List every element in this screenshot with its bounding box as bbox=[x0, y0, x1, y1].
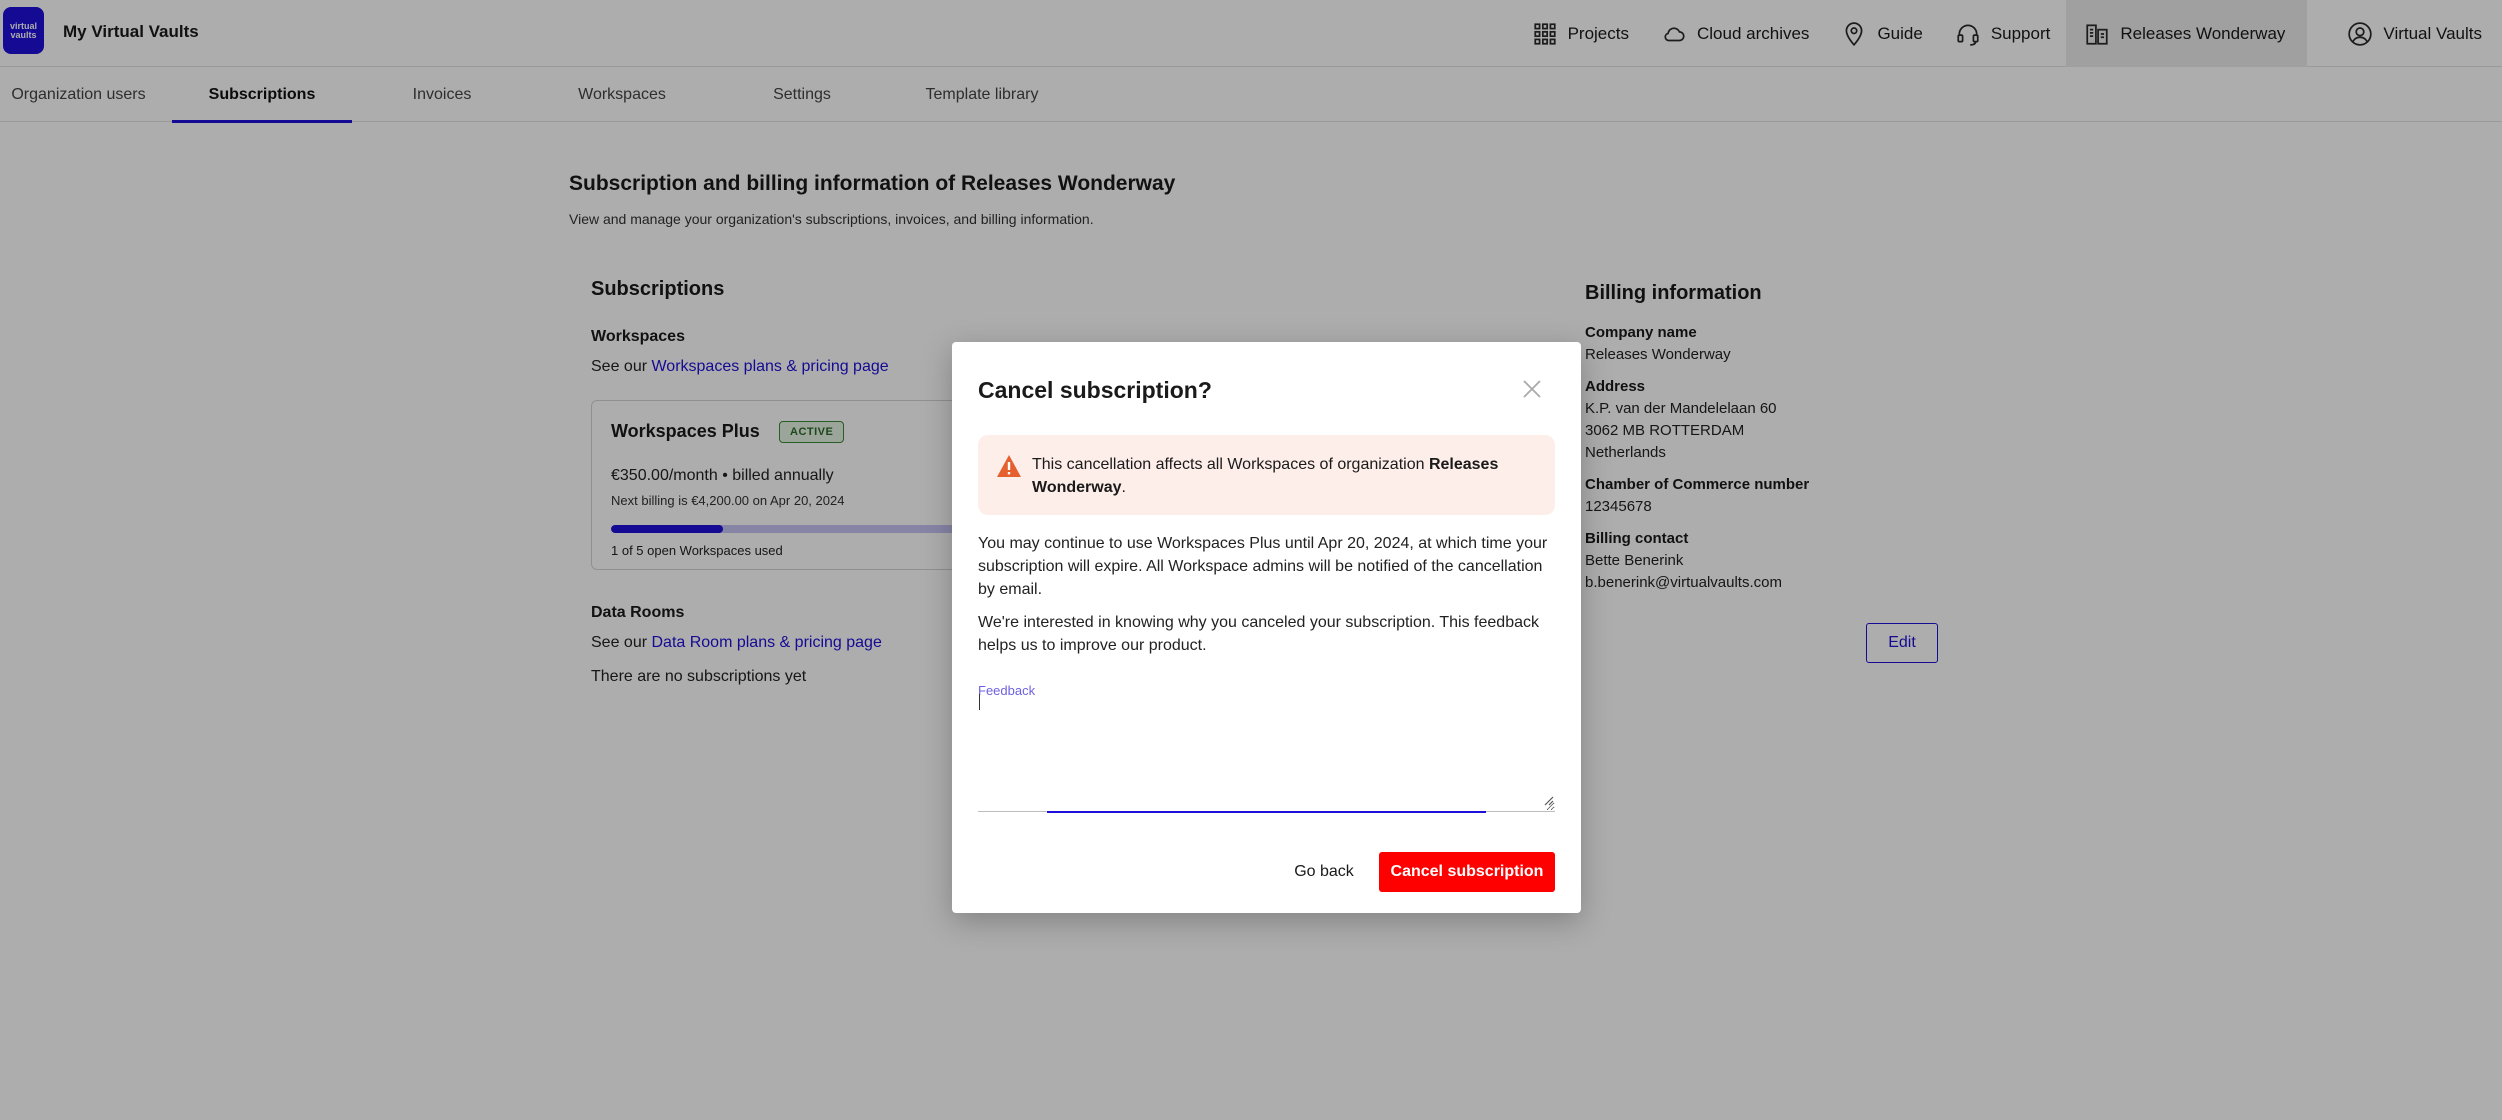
dialog-title: Cancel subscription? bbox=[978, 377, 1212, 403]
warning-alert: This cancellation affects all Workspaces… bbox=[978, 435, 1555, 515]
resize-handle-icon[interactable] bbox=[1542, 794, 1554, 806]
confirm-cancel-subscription-button[interactable]: Cancel subscription bbox=[1379, 852, 1555, 892]
feedback-focus-underline bbox=[1047, 811, 1486, 813]
feedback-label: Feedback bbox=[978, 683, 1036, 698]
go-back-button[interactable]: Go back bbox=[1282, 852, 1366, 892]
close-icon bbox=[1523, 380, 1541, 398]
warning-text-suffix: . bbox=[1121, 479, 1126, 496]
close-dialog-button[interactable] bbox=[1521, 378, 1543, 400]
warning-text-prefix: This cancellation affects all Workspaces… bbox=[1032, 456, 1429, 473]
feedback-paragraph: We're interested in knowing why you canc… bbox=[978, 614, 1539, 654]
warning-triangle-icon bbox=[997, 455, 1021, 477]
text-caret bbox=[979, 694, 980, 710]
expiry-paragraph: You may continue to use Workspaces Plus … bbox=[978, 535, 1548, 598]
warning-text: This cancellation affects all Workspaces… bbox=[1032, 453, 1537, 499]
feedback-textarea[interactable] bbox=[978, 697, 1555, 812]
cancel-subscription-dialog: Cancel subscription? This cancellation a… bbox=[952, 342, 1581, 913]
